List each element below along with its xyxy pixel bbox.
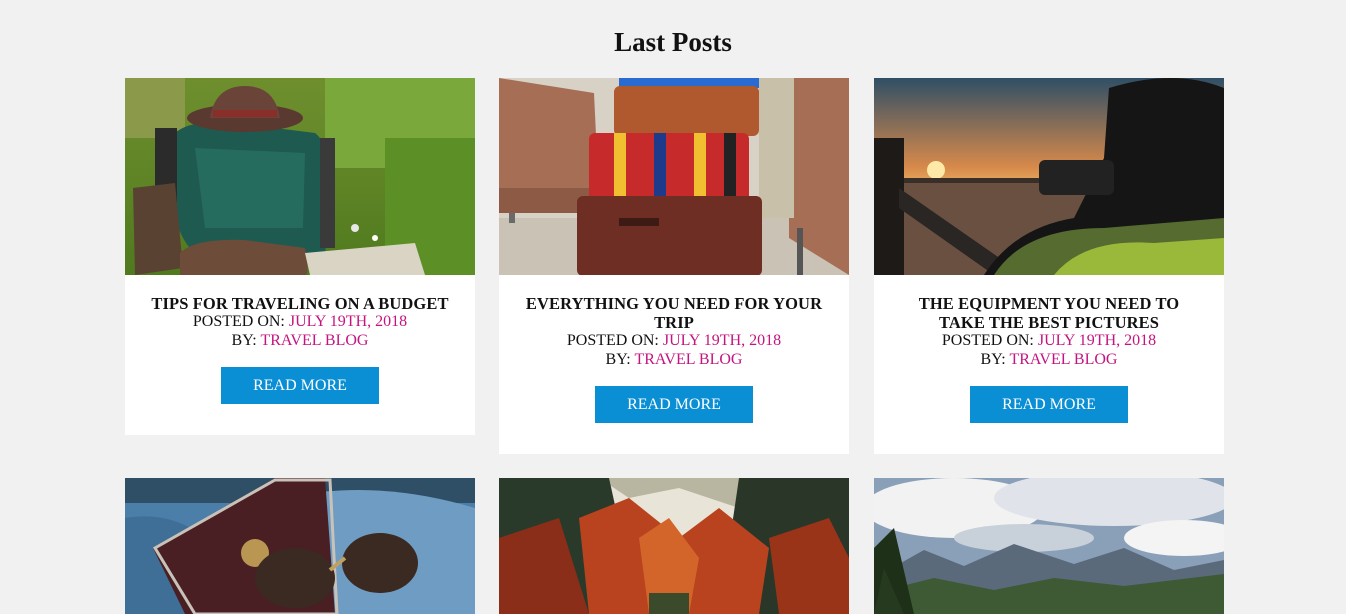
date-link[interactable]: JULY 19TH, 2018 [289, 313, 407, 330]
date-link[interactable]: JULY 19TH, 2018 [1038, 332, 1156, 349]
last-posts-page: Last Posts TIPS FOR TRAVELING ON A BUDGE… [0, 0, 1346, 614]
section-title: Last Posts [614, 27, 732, 57]
post-author: BY: TRAVEL BLOG [149, 332, 451, 351]
post-image[interactable] [874, 478, 1224, 614]
post-image[interactable] [125, 478, 475, 614]
author-link[interactable]: TRAVEL BLOG [260, 332, 368, 349]
post-title[interactable]: TIPS FOR TRAVELING ON A BUDGET [149, 294, 451, 313]
post-image[interactable] [499, 78, 849, 275]
author-link[interactable]: TRAVEL BLOG [634, 351, 742, 368]
author-link[interactable]: TRAVEL BLOG [1009, 351, 1117, 368]
posted-on-label: POSTED ON: [566, 332, 663, 349]
post-date: POSTED ON: JULY 19TH, 2018 [149, 313, 451, 332]
by-label: BY: [605, 350, 635, 368]
by-label: BY: [980, 350, 1010, 368]
read-more-button[interactable]: READ MORE [970, 386, 1128, 423]
post-author: BY: TRAVEL BLOG [898, 351, 1200, 370]
post-card: THE EQUIPMENT YOU NEED TO TAKE THE BEST … [874, 78, 1224, 454]
date-link[interactable]: JULY 19TH, 2018 [663, 332, 781, 349]
post-date: POSTED ON: JULY 19TH, 2018 [523, 332, 825, 351]
post-image[interactable] [874, 78, 1224, 275]
post-card: TIPS FOR TRAVELING ON A BUDGET POSTED ON… [125, 78, 475, 435]
post-title[interactable]: EVERYTHING YOU NEED FOR YOUR TRIP [523, 294, 825, 332]
by-label: BY: [231, 331, 261, 349]
posted-on-label: POSTED ON: [941, 332, 1038, 349]
post-card [874, 478, 1224, 614]
post-card [125, 478, 475, 614]
post-image[interactable] [499, 478, 849, 614]
post-date: POSTED ON: JULY 19TH, 2018 [898, 332, 1200, 351]
read-more-button[interactable]: READ MORE [595, 386, 753, 423]
posted-on-label: POSTED ON: [192, 313, 289, 330]
post-card: EVERYTHING YOU NEED FOR YOUR TRIP POSTED… [499, 78, 849, 454]
post-title[interactable]: THE EQUIPMENT YOU NEED TO TAKE THE BEST … [898, 294, 1200, 332]
post-image[interactable] [125, 78, 475, 275]
read-more-button[interactable]: READ MORE [221, 367, 379, 404]
post-author: BY: TRAVEL BLOG [523, 351, 825, 370]
post-card [499, 478, 849, 614]
